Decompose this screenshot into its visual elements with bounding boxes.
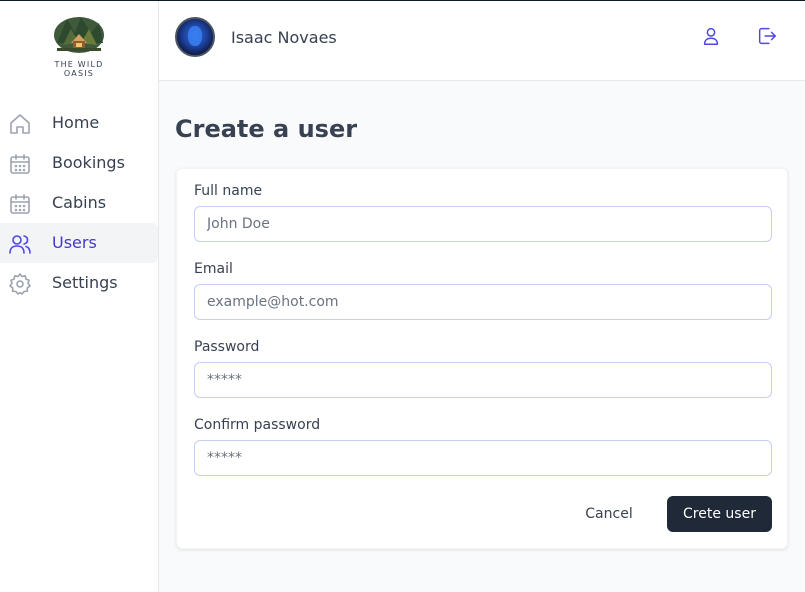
- logout-icon: [758, 27, 776, 45]
- avatar-face: [188, 26, 202, 46]
- sidebar-item-cabins[interactable]: Cabins: [0, 183, 158, 223]
- sidebar-item-home[interactable]: Home: [0, 103, 158, 143]
- create-user-button[interactable]: Crete user: [667, 496, 772, 532]
- full-name-input[interactable]: [194, 206, 772, 242]
- mountain-cabin-logo-icon: [54, 17, 104, 53]
- confirm-password-input[interactable]: [194, 440, 772, 476]
- password-label: Password: [194, 339, 260, 355]
- logout-button[interactable]: [756, 25, 780, 49]
- gear-icon: [8, 272, 32, 296]
- sidebar: THE WILD OASIS Home Bookings Cabins User…: [0, 1, 159, 592]
- top-header: Isaac Novaes: [159, 1, 805, 81]
- full-name-label: Full name: [194, 183, 263, 199]
- sidebar-item-label: Home: [52, 113, 100, 132]
- sidebar-item-label: Cabins: [52, 193, 107, 212]
- user-name: Isaac Novaes: [231, 28, 337, 47]
- sidebar-item-settings[interactable]: Settings: [0, 263, 158, 303]
- sidebar-item-label: Settings: [52, 273, 118, 292]
- avatar: [175, 17, 215, 57]
- create-user-form: Full name Email Password Confirm passwor…: [176, 168, 788, 549]
- password-input[interactable]: [194, 362, 772, 398]
- users-icon: [8, 232, 32, 256]
- sidebar-item-label: Users: [52, 233, 97, 252]
- user-icon: [703, 27, 719, 45]
- brand-name: THE WILD OASIS: [54, 60, 104, 78]
- home-icon: [8, 112, 32, 136]
- confirm-password-label: Confirm password: [194, 417, 321, 433]
- sidebar-item-bookings[interactable]: Bookings: [0, 143, 158, 183]
- sidebar-item-users[interactable]: Users: [0, 223, 158, 263]
- sidebar-nav: Home Bookings Cabins Users Settings: [0, 103, 158, 303]
- calendar-icon: [8, 192, 32, 216]
- email-input[interactable]: [194, 284, 772, 320]
- calendar-icon: [8, 152, 32, 176]
- account-button[interactable]: [700, 25, 724, 49]
- page-title: Create a user: [175, 115, 358, 143]
- sidebar-item-label: Bookings: [52, 153, 125, 172]
- brand-logo[interactable]: THE WILD OASIS: [38, 13, 120, 78]
- email-label: Email: [194, 261, 233, 277]
- cancel-button[interactable]: Cancel: [567, 496, 651, 532]
